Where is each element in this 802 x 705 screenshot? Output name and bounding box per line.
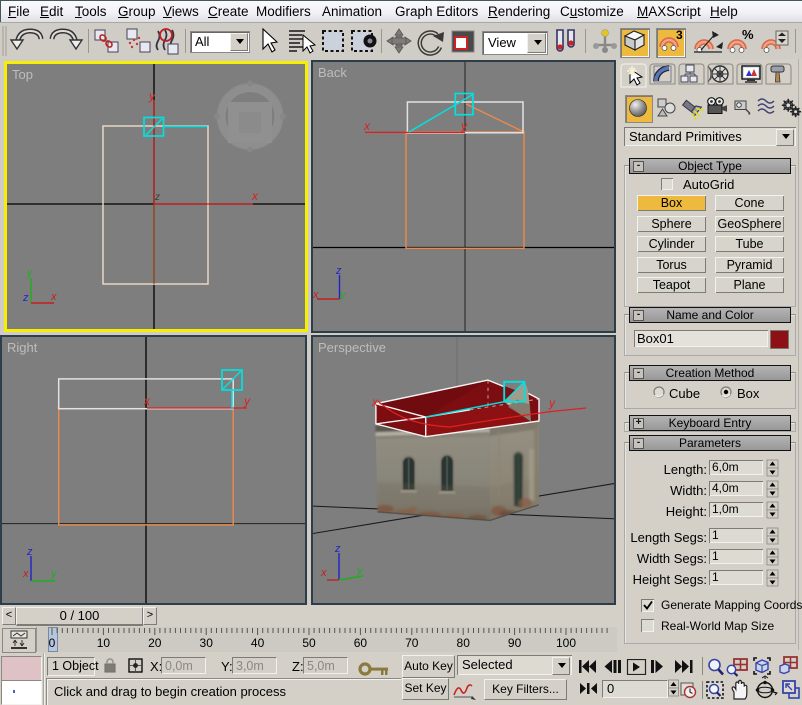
svg-text:x: x xyxy=(251,189,259,203)
svg-text:y: y xyxy=(26,267,34,279)
svg-text:x: x xyxy=(363,119,371,133)
svg-text:y: y xyxy=(356,565,364,577)
svg-text:x: x xyxy=(143,394,151,408)
svg-text:0: 0 xyxy=(49,636,56,650)
svg-text:3: 3 xyxy=(676,28,683,42)
svg-text:y: y xyxy=(339,289,347,301)
svg-text:z: z xyxy=(334,543,341,555)
svg-text:z: z xyxy=(22,292,29,304)
svg-text:x: x xyxy=(371,395,379,409)
svg-text:80: 80 xyxy=(457,636,471,650)
svg-text:90: 90 xyxy=(508,636,522,650)
svg-text:z: z xyxy=(154,192,160,203)
svg-text:y: y xyxy=(148,89,156,103)
svg-text:z: z xyxy=(335,265,342,277)
svg-text:x: x xyxy=(320,567,327,579)
svg-text:100: 100 xyxy=(556,636,576,650)
svg-text:40: 40 xyxy=(251,636,265,650)
svg-text:30: 30 xyxy=(200,636,214,650)
svg-text:10: 10 xyxy=(97,636,111,650)
svg-text:60: 60 xyxy=(354,636,368,650)
svg-text:20: 20 xyxy=(148,636,162,650)
svg-text:50: 50 xyxy=(302,636,316,650)
svg-text:%: % xyxy=(742,27,754,42)
svg-text:x: x xyxy=(50,291,57,303)
svg-text:y: y xyxy=(243,394,251,408)
svg-text:x: x xyxy=(313,289,319,301)
svg-text:x: x xyxy=(22,568,29,580)
svg-text:70: 70 xyxy=(405,636,419,650)
svg-text:z: z xyxy=(26,546,33,558)
svg-text:y: y xyxy=(460,119,468,133)
svg-text:y: y xyxy=(50,568,58,580)
svg-text:y: y xyxy=(548,396,556,410)
